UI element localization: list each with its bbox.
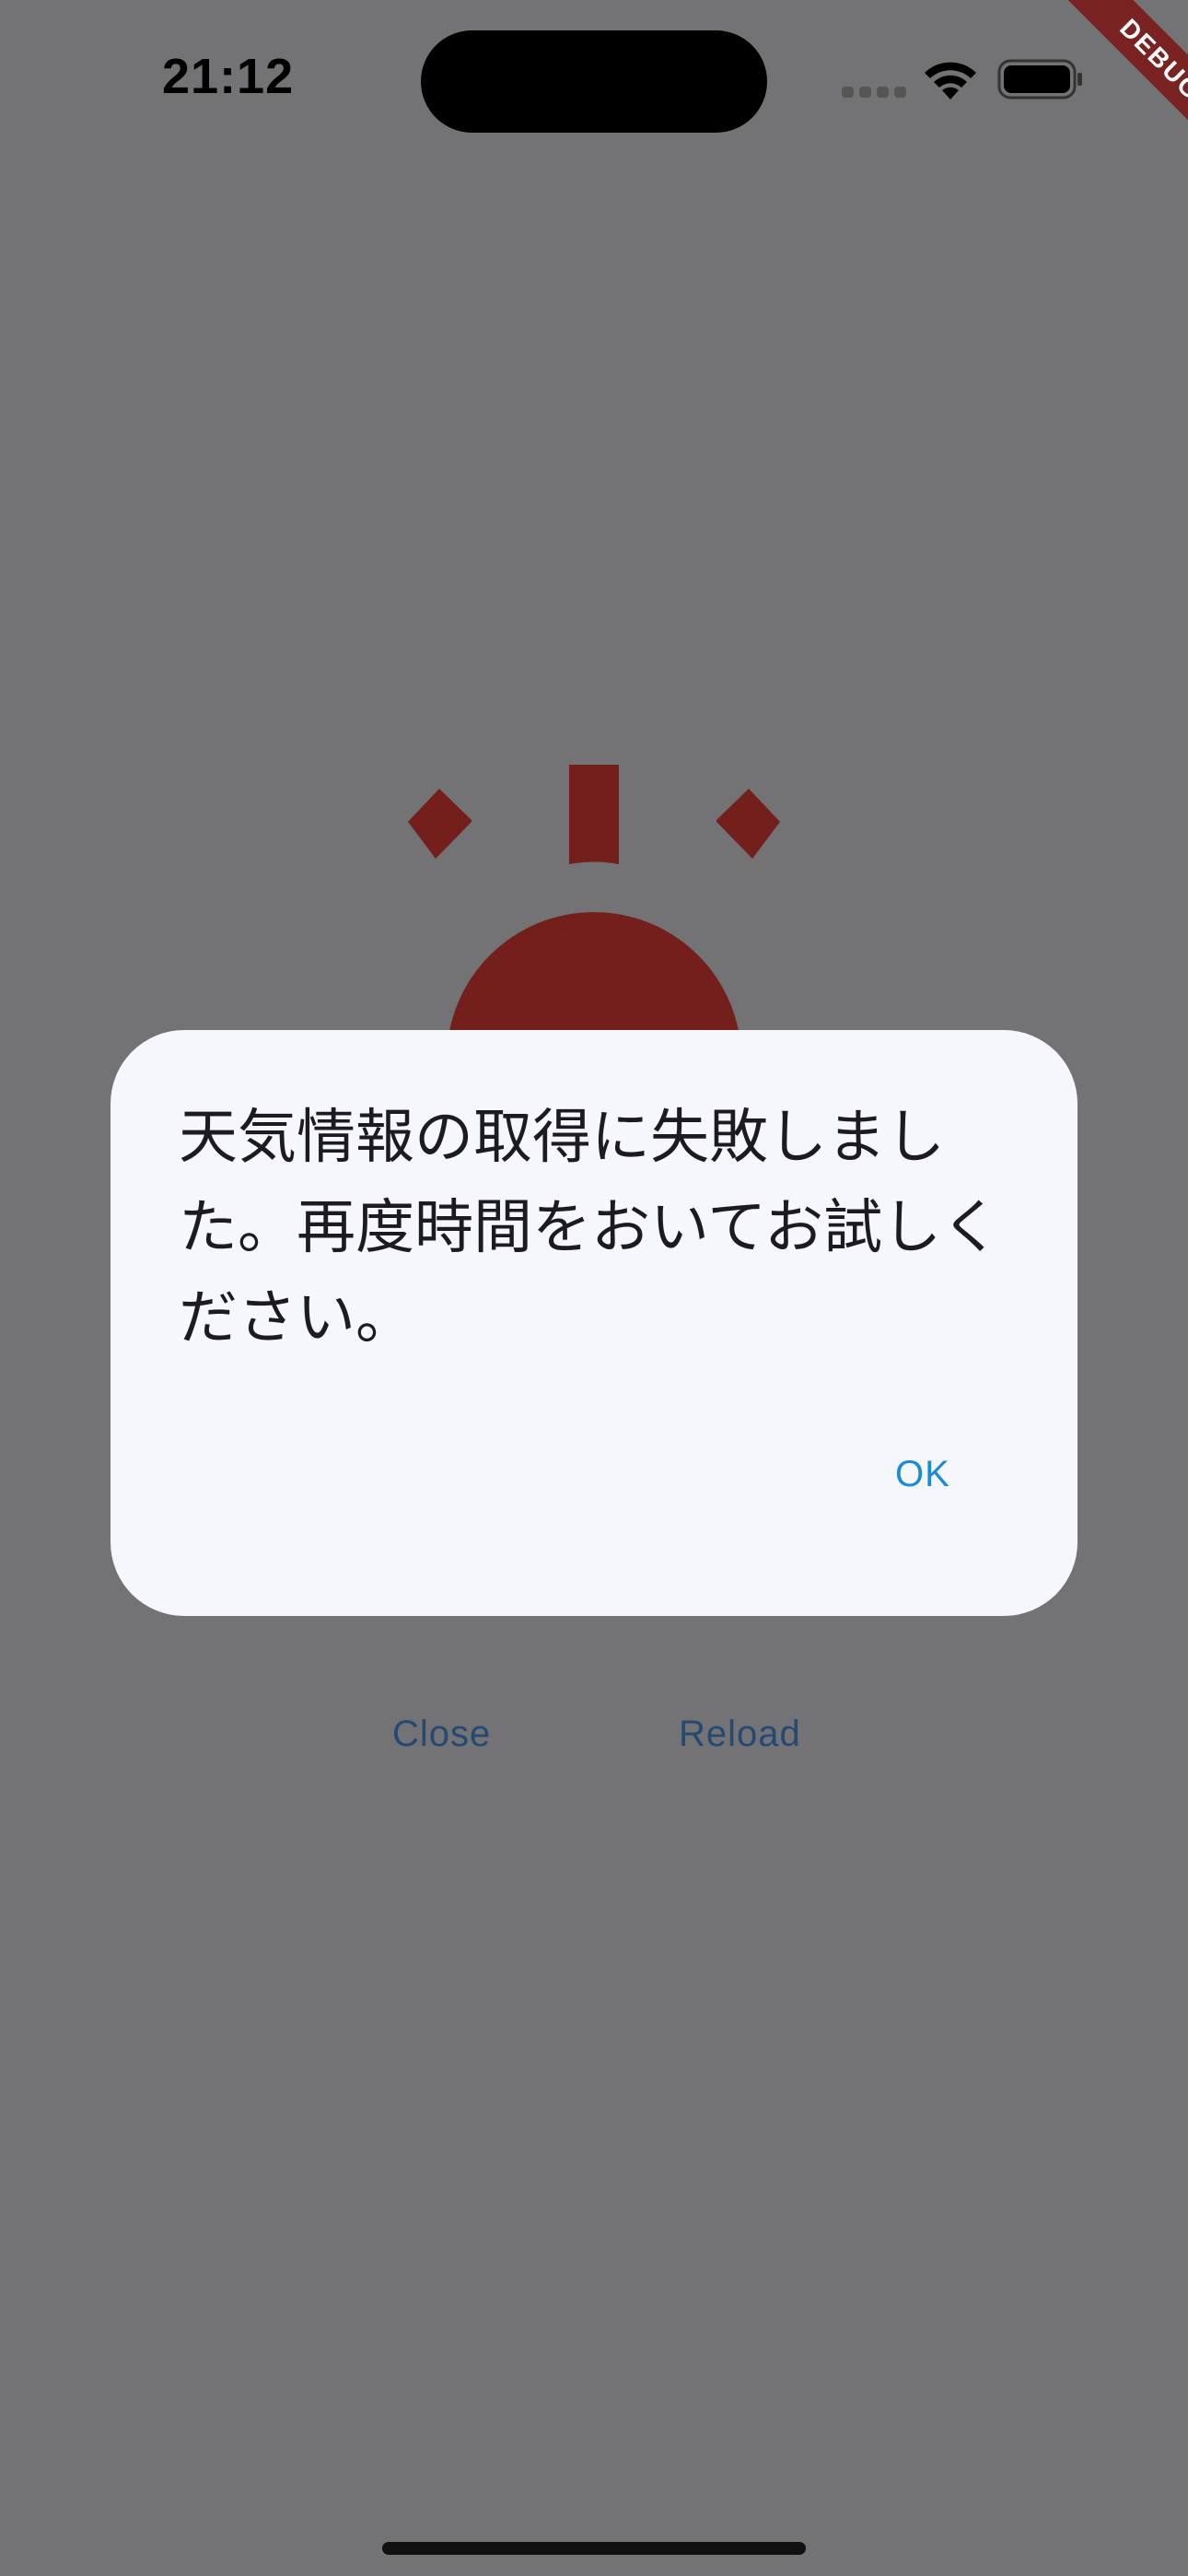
sun-icon: [408, 765, 780, 1060]
status-time: 21:12: [162, 49, 295, 104]
error-dialog: 天気情報の取得に失敗しました。再度時間をおいてお試しください。 OK: [111, 1030, 1077, 1616]
dynamic-island: [421, 30, 767, 133]
bottom-actions: Close Reload: [0, 1714, 1188, 1778]
app-screen: 21:12 DEBUG Close Reload 天気情報の取得に失敗しました。…: [0, 0, 1188, 2576]
cellular-signal-icon: [842, 87, 906, 100]
reload-button[interactable]: Reload: [679, 1714, 801, 1755]
home-indicator[interactable]: [382, 2542, 806, 2555]
debug-banner: DEBUG: [1022, 0, 1188, 166]
wifi-icon: [925, 62, 976, 100]
debug-label: DEBUG: [1059, 0, 1188, 161]
ok-button[interactable]: OK: [895, 1454, 950, 1495]
close-button[interactable]: Close: [392, 1714, 491, 1755]
dialog-message: 天気情報の取得に失敗しました。再度時間をおいてお試しください。: [179, 1104, 1001, 1352]
